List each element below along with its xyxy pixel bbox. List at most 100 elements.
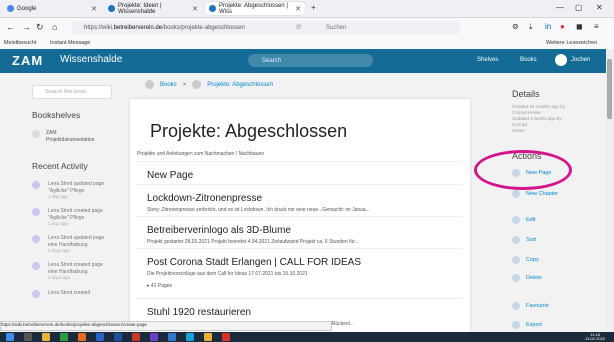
app-icon[interactable]: [222, 333, 230, 341]
entry-title[interactable]: Stuhl 1920 restaurieren: [147, 307, 462, 318]
export-icon: [512, 321, 520, 329]
app-icon[interactable]: [204, 333, 212, 341]
minimize-icon[interactable]: —: [556, 3, 564, 12]
copy-button[interactable]: Copy: [512, 256, 539, 264]
entry-title[interactable]: New Page: [147, 170, 462, 181]
list-item[interactable]: Betreiberverinlogo als 3D-Blume Projekt …: [137, 216, 462, 245]
activity-item: Lena Streit updated page eine Handhabung…: [32, 235, 118, 255]
tab-google[interactable]: Google ✕: [3, 2, 101, 15]
entry-description: Projekt gestartet 28.03.2021 Projekt bee…: [147, 239, 359, 245]
shelves-link[interactable]: Shelves: [477, 57, 498, 63]
avatar[interactable]: [555, 54, 567, 66]
tab-projekte-abgeschlossen[interactable]: Projekte: Abgeschlossen | Wiss ✕: [205, 2, 305, 15]
account-icon[interactable]: ◼: [576, 22, 583, 31]
shelf-item[interactable]: ZAM Projektdokumentation: [32, 130, 116, 143]
sort-button[interactable]: Sort: [512, 236, 536, 244]
activity-text: Lena Streit created: [48, 290, 91, 296]
highlight-annotation: [474, 150, 572, 190]
app-icon[interactable]: [168, 333, 176, 341]
recent-activity-heading: Recent Activity: [32, 161, 88, 171]
bookmark-other[interactable]: Weitere Lesezeichen: [546, 40, 597, 46]
browser-search-input[interactable]: Suchen: [310, 21, 460, 34]
new-chapter-button[interactable]: New Chapter: [512, 190, 558, 198]
pages-count: 41 Pages: [150, 283, 173, 289]
close-tab-icon[interactable]: ✕: [295, 5, 301, 13]
book-search-input[interactable]: Search this book: [32, 85, 112, 99]
page-scrollbar[interactable]: [606, 49, 614, 332]
bookmark-meistbesucht[interactable]: Meistbesucht: [4, 40, 36, 46]
book-icon: [192, 80, 202, 89]
entry-title[interactable]: Post Corona Stadt Erlangen | CALL FOR ID…: [147, 257, 462, 268]
edit-button[interactable]: Edit: [512, 216, 535, 224]
star-icon: [512, 302, 520, 310]
book-description: Projekte und Anleitungen zum Nachmachen …: [137, 151, 265, 157]
maximize-icon[interactable]: ▢: [575, 3, 583, 12]
windows-start-icon[interactable]: [6, 333, 14, 341]
tab-label: Projekte: Abgeschlossen | Wiss: [219, 2, 288, 15]
url-prefix: https://wiki.: [84, 24, 114, 31]
delete-icon: [512, 274, 520, 282]
entry-title[interactable]: Lockdown-Zitronenpresse: [147, 193, 462, 204]
menu-icon[interactable]: ≡: [594, 22, 599, 31]
favourite-button[interactable]: Favourite: [512, 302, 549, 310]
forward-icon[interactable]: →: [22, 22, 31, 32]
close-tab-icon[interactable]: ✕: [192, 5, 198, 13]
powerpoint-icon[interactable]: [132, 333, 140, 341]
activity-icon: [32, 181, 40, 189]
activity-item: Lena Streit created page eine Handhabung…: [32, 262, 118, 282]
task-view-icon[interactable]: [24, 333, 32, 341]
list-item[interactable]: Post Corona Stadt Erlangen | CALL FOR ID…: [137, 248, 462, 289]
list-item[interactable]: New Page: [137, 161, 462, 181]
action-label: Sort: [526, 237, 537, 243]
site-name[interactable]: Wissenshalde: [60, 54, 122, 65]
breadcrumb-current[interactable]: Projekte: Abgeschlossen: [207, 82, 273, 88]
delete-button[interactable]: Delete: [512, 274, 542, 282]
system-clock[interactable]: 11:18 13.02.2022: [585, 333, 605, 341]
close-window-icon[interactable]: ✕: [596, 3, 603, 12]
list-item[interactable]: Lockdown-Zitronenpresse Story: Zitronenp…: [137, 184, 462, 213]
bookmark-instant-message[interactable]: Instant Message: [50, 40, 90, 46]
app-icon[interactable]: [60, 333, 68, 341]
logo[interactable]: ZAM: [12, 53, 43, 68]
tab-projekte-ideen[interactable]: Projekte: Ideen | Wissenshalde ✕: [104, 2, 202, 15]
edit-icon: [512, 216, 520, 224]
app-search-placeholder: Search: [262, 57, 282, 64]
home-icon[interactable]: ⌂: [52, 22, 57, 32]
new-tab-icon[interactable]: +: [311, 3, 316, 12]
browser-tab-bar: Google ✕ Projekte: Ideen | Wissenshalde …: [0, 0, 614, 18]
user-menu[interactable]: Jochen: [571, 57, 590, 63]
clock-date: 13.02.2022: [585, 336, 606, 341]
download-icon[interactable]: ⤓: [529, 22, 533, 32]
reload-icon[interactable]: ↻: [36, 22, 44, 33]
tab-label: Google: [17, 5, 37, 12]
scrollbar-thumb[interactable]: [607, 59, 612, 119]
pocket-icon[interactable]: ⊚: [512, 22, 519, 31]
bookstack-favicon-icon: [209, 5, 216, 12]
app-icon[interactable]: [186, 333, 194, 341]
firefox-icon[interactable]: [78, 333, 86, 341]
chapter-pages-toggle[interactable]: ▸ 41 Pages: [147, 283, 462, 289]
word-icon[interactable]: [114, 333, 122, 341]
bookmark-star-icon[interactable]: ☆: [295, 22, 302, 31]
app-icon[interactable]: [96, 333, 104, 341]
entry-title[interactable]: Betreiberverinlogo als 3D-Blume: [147, 225, 462, 236]
linkedin-icon[interactable]: in: [545, 22, 551, 31]
books-link[interactable]: Books: [520, 57, 537, 63]
breadcrumb: Books > Projekte: Abgeschlossen: [145, 80, 273, 89]
file-explorer-icon[interactable]: [42, 333, 50, 341]
shelf-line2: Projektdokumentation: [46, 136, 95, 143]
bookshelves-heading: Bookshelves: [32, 110, 81, 120]
browser-nav-bar: ← → ↻ ⌂ https://wiki. betreiberverein.de /…: [0, 18, 614, 38]
breadcrumb-books[interactable]: Books: [160, 82, 177, 88]
close-tab-icon[interactable]: ✕: [91, 5, 97, 13]
google-favicon-icon: [7, 5, 14, 12]
app-search-input[interactable]: Search: [248, 54, 373, 67]
details-heading: Details: [512, 89, 540, 99]
export-button[interactable]: Export: [512, 321, 542, 329]
app-icon[interactable]: [150, 333, 158, 341]
url-domain: betreiberverein.de: [113, 24, 163, 31]
book-content: Projekte: Abgeschlossen Projekte und Anl…: [130, 99, 470, 339]
extension-icon[interactable]: ●: [560, 22, 565, 31]
action-label: Favourite: [526, 303, 549, 309]
back-icon[interactable]: ←: [6, 22, 15, 32]
